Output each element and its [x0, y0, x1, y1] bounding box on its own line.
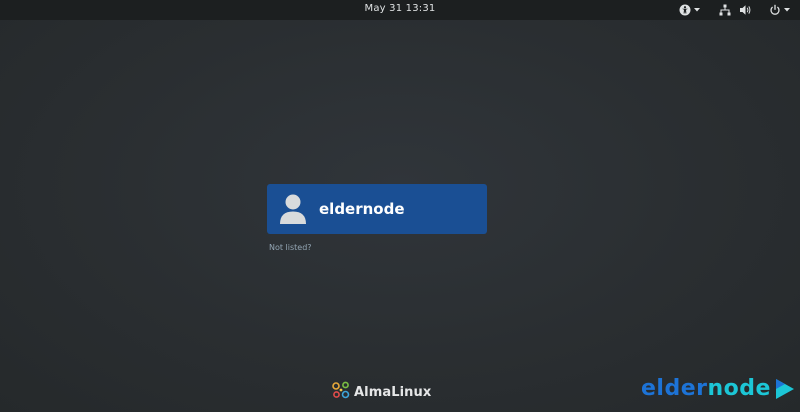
user-avatar-icon — [279, 193, 307, 225]
username-label: eldernode — [319, 200, 405, 218]
login-screen: May 31 13:31 eldernode Not listed? AlmaL… — [0, 0, 800, 412]
distro-branding: AlmaLinux — [332, 381, 431, 403]
watermark-text-elder: elder — [641, 376, 708, 401]
top-bar: May 31 13:31 — [0, 0, 800, 20]
power-icon[interactable] — [768, 3, 782, 17]
user-list-item-eldernode[interactable]: eldernode — [267, 184, 487, 234]
eldernode-watermark: elder node — [641, 376, 796, 401]
not-listed-link[interactable]: Not listed? — [269, 243, 312, 252]
system-tray[interactable] — [678, 2, 792, 18]
accessibility-icon[interactable] — [678, 3, 692, 17]
play-logo-icon — [774, 377, 796, 401]
distro-name: AlmaLinux — [354, 384, 432, 400]
watermark-text-node: node — [707, 376, 771, 401]
almalinux-logo-icon — [332, 381, 350, 403]
volume-icon[interactable] — [738, 3, 752, 17]
network-icon[interactable] — [718, 3, 732, 17]
chevron-down-icon[interactable] — [692, 3, 702, 17]
chevron-down-icon[interactable] — [782, 3, 792, 17]
